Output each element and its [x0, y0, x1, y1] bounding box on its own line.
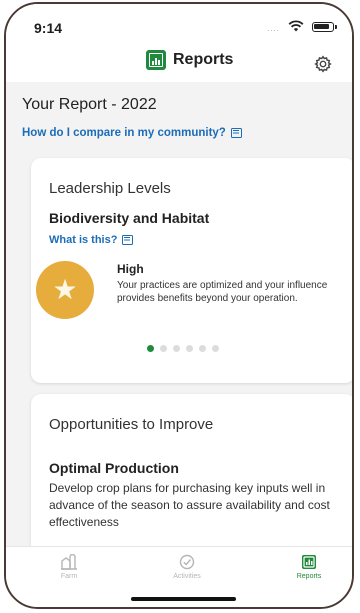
battery-icon: [312, 22, 337, 32]
pager-dot[interactable]: [199, 345, 206, 352]
signal-indicator: ....: [267, 24, 280, 33]
page-title: Reports: [173, 51, 234, 68]
category-title: Biodiversity and Habitat: [49, 210, 210, 226]
tab-label: Farm: [60, 573, 78, 580]
tab-reports[interactable]: Reports: [274, 554, 344, 580]
pager-dot[interactable]: [147, 345, 154, 352]
card-title: Leadership Levels: [49, 180, 171, 197]
header-title-group: Reports: [146, 50, 233, 70]
tab-bar: Farm Activities Reports: [6, 546, 352, 607]
external-link-icon: [230, 128, 242, 138]
tab-label: Activities: [173, 573, 201, 580]
status-bar: 9:14 ....: [6, 4, 352, 44]
what-link-label[interactable]: What is this?: [49, 234, 117, 246]
app-header: Reports: [6, 44, 352, 82]
card-title: Opportunities to Improve: [49, 416, 214, 433]
status-time: 9:14: [34, 20, 63, 36]
compare-link-label[interactable]: How do I compare in my community?: [22, 127, 226, 139]
level-description: Your practices are optimized and your in…: [117, 280, 328, 304]
what-is-this-link[interactable]: What is this?: [49, 234, 134, 246]
pager-dots[interactable]: [147, 345, 219, 352]
tab-label: Reports: [296, 573, 322, 580]
pager-dot[interactable]: [186, 345, 193, 352]
phone-frame: 9:14 .... Reports Your Report - 2022 How…: [4, 2, 354, 609]
opportunities-card[interactable]: Opportunities to Improve Optimal Product…: [31, 394, 352, 564]
level-name: High: [117, 262, 144, 276]
report-year-title: Your Report - 2022: [22, 96, 157, 113]
opportunity-title: Optimal Production: [49, 460, 179, 476]
opportunity-description: Develop crop plans for purchasing key in…: [49, 481, 330, 529]
gear-icon[interactable]: [314, 55, 332, 73]
leadership-levels-card[interactable]: Leadership Levels Biodiversity and Habit…: [31, 158, 352, 383]
reports-logo-icon: [146, 50, 166, 70]
activities-icon: [179, 554, 195, 570]
tab-activities[interactable]: Activities: [152, 554, 222, 580]
compare-community-link[interactable]: How do I compare in my community?: [22, 127, 242, 139]
farm-icon: [61, 554, 77, 570]
pager-dot[interactable]: [160, 345, 167, 352]
pager-dot[interactable]: [212, 345, 219, 352]
pager-dot[interactable]: [173, 345, 180, 352]
reports-icon: [302, 555, 316, 569]
level-badge: ★: [36, 261, 94, 319]
star-icon: ★: [52, 274, 78, 305]
tab-farm[interactable]: Farm: [34, 554, 104, 580]
wifi-icon: [288, 20, 304, 32]
external-link-icon: [122, 235, 134, 245]
home-indicator[interactable]: [131, 597, 236, 601]
